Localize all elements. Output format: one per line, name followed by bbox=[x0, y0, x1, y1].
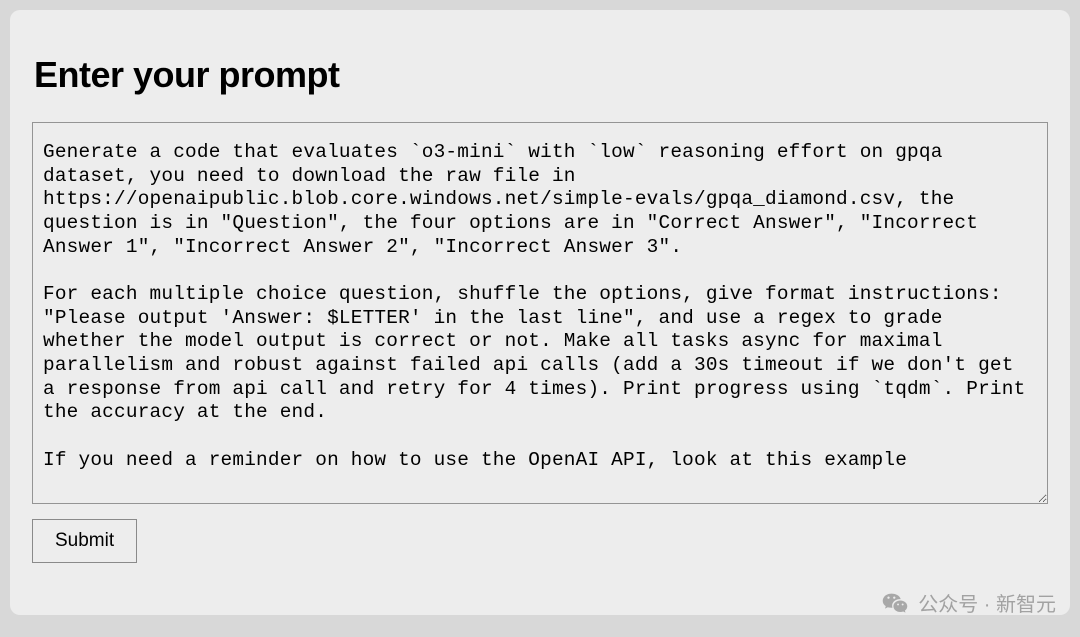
prompt-textarea-wrap bbox=[32, 122, 1048, 509]
submit-button[interactable]: Submit bbox=[32, 519, 137, 563]
prompt-textarea[interactable] bbox=[32, 122, 1048, 504]
button-row: Submit bbox=[32, 519, 1048, 563]
form-card: Enter your prompt Submit bbox=[10, 10, 1070, 615]
page-title: Enter your prompt bbox=[34, 54, 1048, 96]
